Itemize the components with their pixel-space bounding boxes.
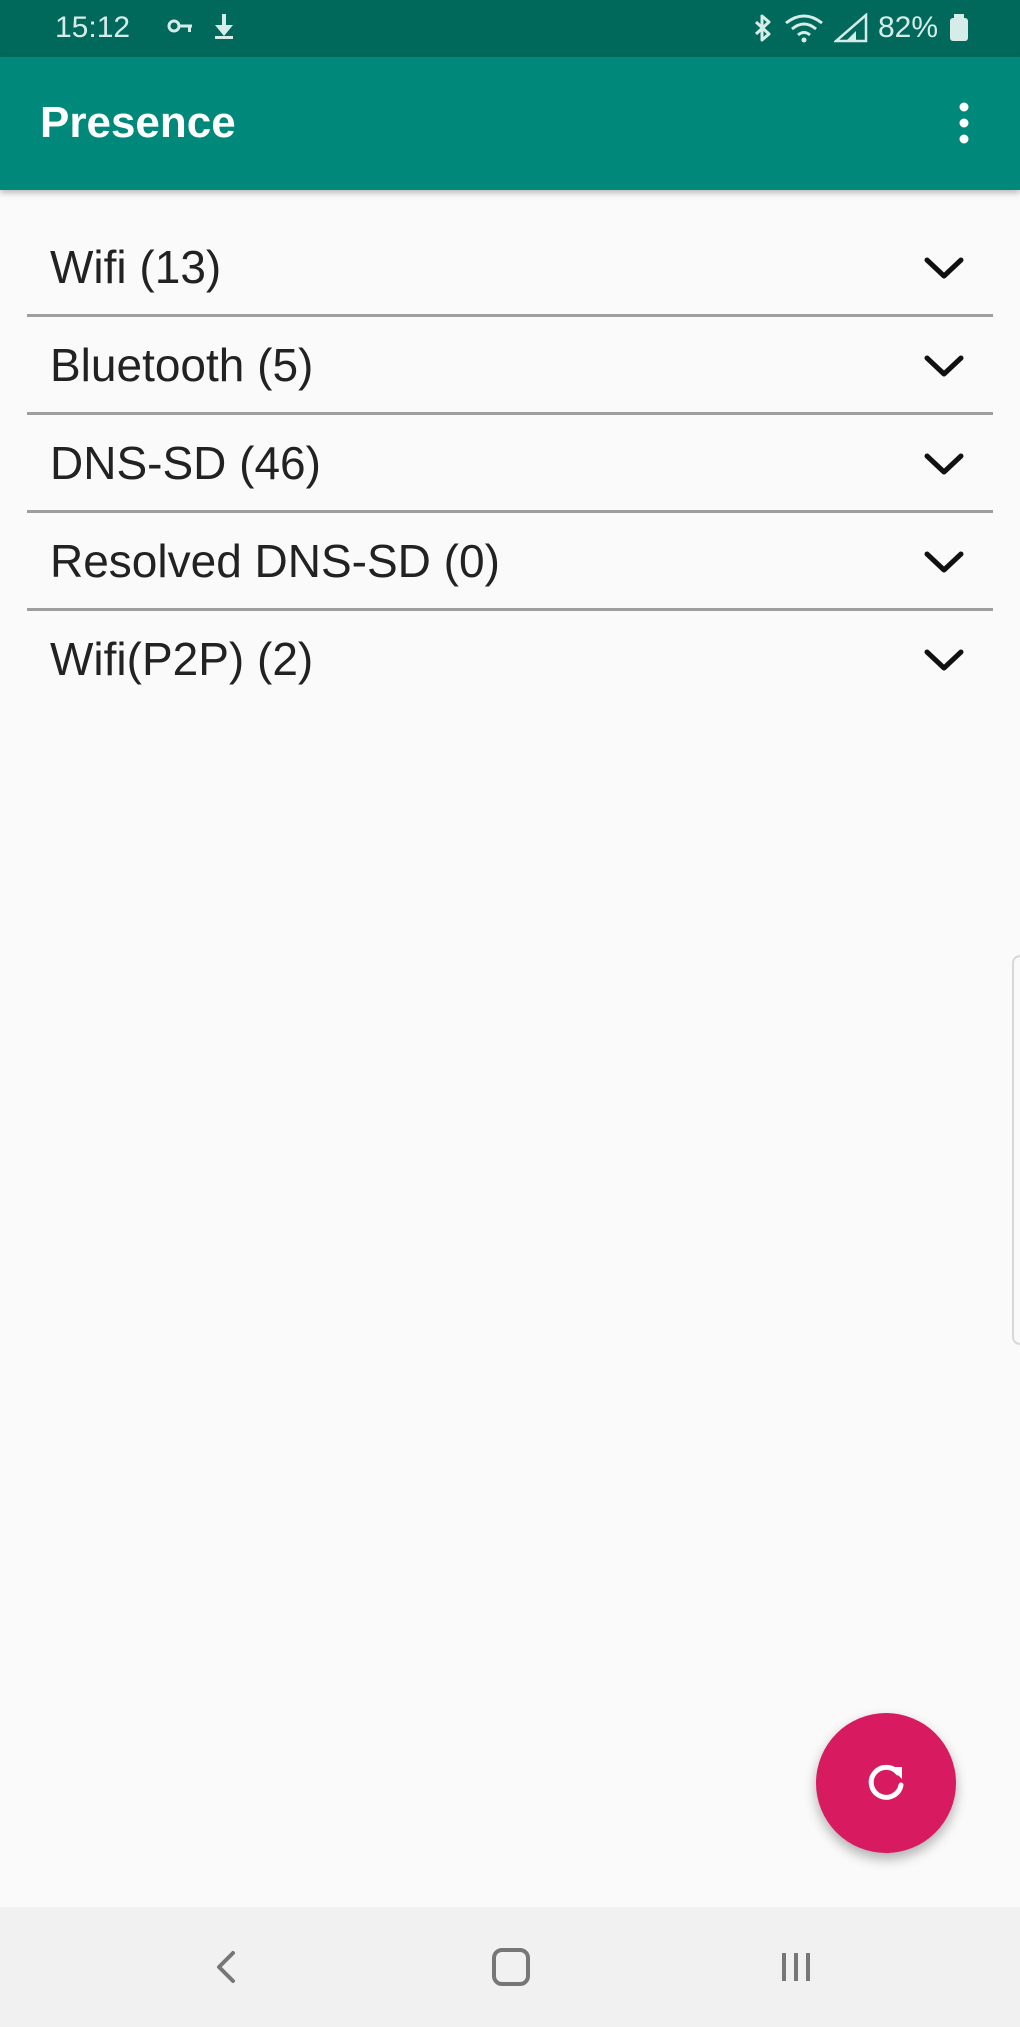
cell-signal-icon	[833, 13, 868, 43]
chevron-down-icon[interactable]	[921, 539, 967, 585]
status-bar: 15:12 82%	[0, 0, 1020, 57]
list-item-wifi-p2p[interactable]: Wifi(P2P) (2)	[27, 611, 993, 709]
vpn-key-icon	[167, 19, 192, 33]
recents-icon	[782, 1953, 810, 1981]
refresh-icon	[868, 1764, 904, 1800]
list-item-bluetooth[interactable]: Bluetooth (5)	[27, 317, 993, 415]
refresh-fab-button[interactable]	[816, 1713, 956, 1853]
back-button[interactable]	[196, 1937, 256, 1997]
status-left-icons	[166, 12, 236, 40]
home-button[interactable]	[481, 1937, 541, 1997]
app-bar: Presence	[0, 57, 1020, 190]
edge-panel-handle[interactable]	[1012, 955, 1020, 1345]
list-item-label: Bluetooth (5)	[50, 339, 314, 391]
list-item-label: Wifi(P2P) (2)	[50, 633, 314, 685]
presence-list: Wifi (13) Bluetooth (5) DNS-SD (46) Reso…	[27, 219, 993, 709]
back-icon	[217, 1951, 235, 1983]
more-vert-icon	[959, 102, 969, 144]
list-item-label: Resolved DNS-SD (0)	[50, 535, 500, 587]
chevron-down-icon[interactable]	[921, 637, 967, 683]
recents-button[interactable]	[766, 1937, 826, 1997]
wifi-icon	[785, 14, 823, 43]
list-item-label: Wifi (13)	[50, 241, 222, 293]
app-title: Presence	[40, 98, 236, 147]
home-icon	[492, 1948, 530, 1986]
chevron-down-icon[interactable]	[921, 245, 967, 291]
list-item-label: DNS-SD (46)	[50, 437, 321, 489]
list-item-resolved-dns-sd[interactable]: Resolved DNS-SD (0)	[27, 513, 993, 611]
status-right: 82%	[752, 10, 970, 46]
list-item-dns-sd[interactable]: DNS-SD (46)	[27, 415, 993, 513]
status-time: 15:12	[55, 11, 131, 44]
battery-icon	[950, 14, 968, 41]
overflow-menu-button[interactable]	[936, 95, 992, 151]
navigation-bar	[0, 1907, 1020, 2027]
list-item-wifi[interactable]: Wifi (13)	[27, 219, 993, 317]
chevron-down-icon[interactable]	[921, 343, 967, 389]
chevron-down-icon[interactable]	[921, 441, 967, 487]
download-icon	[215, 14, 233, 39]
battery-percent: 82%	[877, 11, 938, 44]
bluetooth-icon	[754, 14, 771, 42]
